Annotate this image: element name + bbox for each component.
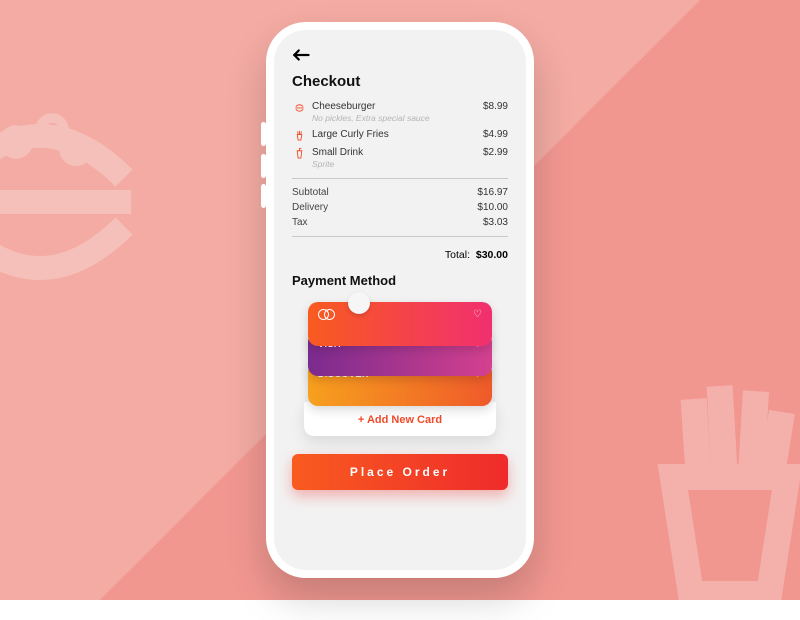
delivery-value: $10.00 bbox=[477, 202, 508, 213]
item-note: Sprite bbox=[312, 159, 483, 169]
add-new-card-label: + Add New Card bbox=[358, 414, 442, 426]
drink-icon bbox=[292, 147, 306, 159]
order-items: Cheeseburger No pickles, Extra special s… bbox=[292, 98, 508, 172]
item-name: Small Drink bbox=[312, 147, 483, 158]
mastercard-icon bbox=[318, 309, 335, 320]
back-arrow-icon bbox=[292, 48, 310, 62]
total-line: Total: $30.00 bbox=[292, 249, 508, 261]
screen: Checkout Cheeseburger No pickles, Extra … bbox=[274, 30, 526, 570]
card-stack: ♡ VISA ♡ DISCOVER ♡ bbox=[308, 302, 492, 406]
delivery-label: Delivery bbox=[292, 202, 477, 213]
card-drag-handle[interactable] bbox=[348, 292, 370, 314]
place-order-button[interactable]: Place Order bbox=[292, 454, 508, 490]
item-name: Cheeseburger bbox=[312, 101, 483, 112]
item-note: No pickles, Extra special sauce bbox=[312, 113, 483, 123]
payment-card-mastercard[interactable]: ♡ bbox=[308, 302, 492, 346]
add-new-card-button[interactable]: + Add New Card bbox=[304, 402, 496, 436]
burger-decoration-icon bbox=[0, 70, 160, 310]
back-button[interactable] bbox=[292, 46, 508, 67]
order-item: Large Curly Fries $4.99 bbox=[292, 126, 508, 144]
item-price: $2.99 bbox=[483, 147, 508, 158]
total-value: $30.00 bbox=[476, 249, 508, 261]
item-name: Large Curly Fries bbox=[312, 129, 483, 140]
heart-icon: ♡ bbox=[473, 309, 482, 320]
item-price: $4.99 bbox=[483, 129, 508, 140]
subtotal-value: $16.97 bbox=[477, 187, 508, 198]
divider bbox=[292, 178, 508, 179]
divider bbox=[292, 236, 508, 237]
tax-label: Tax bbox=[292, 217, 483, 228]
totals: Subtotal$16.97 Delivery$10.00 Tax$3.03 bbox=[292, 185, 508, 230]
total-label: Total: bbox=[445, 249, 470, 261]
order-item: Small Drink Sprite $2.99 bbox=[292, 144, 508, 172]
item-price: $8.99 bbox=[483, 101, 508, 112]
subtotal-label: Subtotal bbox=[292, 187, 477, 198]
fries-icon bbox=[292, 129, 306, 141]
page-title: Checkout bbox=[292, 73, 508, 90]
tax-value: $3.03 bbox=[483, 217, 508, 228]
phone-frame: Checkout Cheeseburger No pickles, Extra … bbox=[266, 22, 534, 578]
payment-method-title: Payment Method bbox=[292, 273, 508, 288]
burger-icon bbox=[292, 101, 306, 113]
order-item: Cheeseburger No pickles, Extra special s… bbox=[292, 98, 508, 126]
fries-decoration-icon bbox=[600, 360, 800, 620]
